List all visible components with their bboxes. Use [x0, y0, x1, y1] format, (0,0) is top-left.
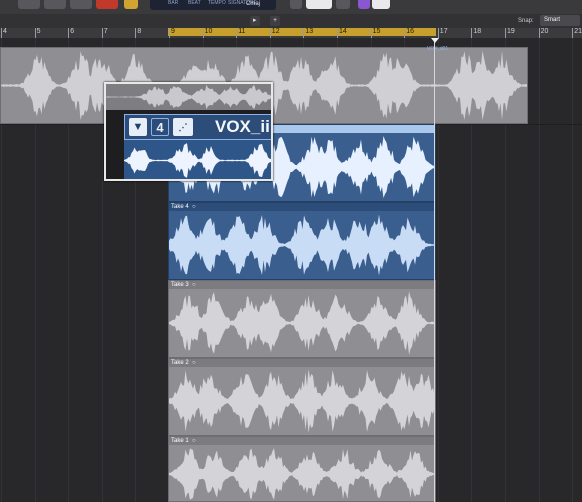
zoom-upper-region — [106, 84, 271, 110]
playhead-handle[interactable] — [431, 38, 439, 43]
bar-number: 21 — [574, 28, 582, 35]
comp-name: VOX_ii: — [215, 117, 273, 136]
bar-number: 15 — [372, 28, 381, 35]
cycle-button[interactable] — [124, 0, 138, 9]
triangle-down-icon[interactable]: ▼ — [129, 118, 147, 136]
bar-number: 7 — [103, 28, 108, 35]
take-number-badge[interactable]: 4 — [151, 118, 169, 136]
take-circle-icon: ○ — [190, 204, 196, 210]
take-circle-icon: ○ — [190, 282, 196, 288]
bar-number: 8 — [137, 28, 142, 35]
zoom-comp-waveform — [124, 140, 271, 179]
toolbar-button[interactable] — [336, 0, 350, 9]
toolbar-button[interactable] — [70, 0, 92, 9]
secondary-tool-menu[interactable]: + — [270, 16, 281, 26]
tracks-toolbar: ▸ + Snap: Smart — [0, 14, 582, 29]
bar-number: 18 — [473, 28, 482, 35]
waveform — [106, 84, 271, 110]
take-header: Take 2 ○ — [169, 359, 435, 367]
take-circle-icon: ○ — [190, 438, 196, 444]
control-bar: BAR BEAT TEMPO SIGNATURE Cmaj — [0, 0, 582, 14]
grid-line — [572, 38, 574, 502]
take-label: Take 2 — [171, 360, 189, 366]
toolbar-button[interactable] — [306, 0, 332, 9]
bar-number: 6 — [70, 28, 75, 35]
playhead[interactable] — [434, 38, 435, 502]
pointer-tool-menu[interactable]: ▸ — [250, 16, 260, 26]
bar-number: 10 — [204, 28, 213, 35]
toolbar-button[interactable] — [290, 0, 302, 9]
take-region[interactable]: Take 3 ○ — [168, 280, 436, 358]
key-display: Cmaj — [246, 1, 261, 7]
take-region[interactable]: Take 2 ○ — [168, 358, 436, 436]
quick-swipe-icon[interactable]: ⋰ — [173, 118, 193, 136]
pointer-tool-icon: ▸ — [253, 17, 257, 24]
take-label: Take 4 — [171, 204, 189, 210]
waveform — [169, 369, 435, 433]
bar-ruler[interactable]: 4 5 6 7 8 9 10 11 12 13 14 15 16 17 18 19 20 21 — [0, 28, 582, 38]
bar-number: 16 — [406, 28, 414, 35]
take-header: Take 1 ○ — [169, 437, 435, 445]
bar-number: 4 — [3, 28, 7, 35]
bar-number: 20 — [540, 28, 549, 35]
bar-number: 12 — [271, 28, 280, 35]
waveform — [124, 143, 271, 178]
take-label: Take 1 — [171, 438, 189, 444]
snap-label: Snap: — [518, 18, 534, 24]
comp-header-zoomed[interactable]: ▼ 4 ⋰ VOX_ii: — [124, 114, 273, 140]
bar-number: 13 — [305, 28, 314, 35]
lcd-bar-label: BAR — [168, 0, 179, 6]
toolbar-button[interactable] — [372, 0, 390, 9]
toolbar-button[interactable] — [44, 0, 66, 9]
waveform — [169, 214, 435, 276]
bar-number: 11 — [238, 28, 246, 35]
bar-number: 5 — [36, 28, 41, 35]
grid-line — [538, 38, 540, 502]
take-region[interactable]: Take 1 ○ — [168, 436, 436, 502]
take-header: Take 4 ○ — [169, 203, 435, 211]
waveform — [169, 291, 435, 355]
take-header: Take 3 ○ — [169, 281, 435, 289]
snap-select[interactable]: Smart — [540, 15, 580, 26]
bar-number: 19 — [507, 28, 515, 35]
tracks-area[interactable]: Take 4 ○ Take 3 ○ Take 2 ○ Take 1 ○ — [0, 38, 582, 502]
take-region[interactable]: Take 4 ○ — [168, 202, 436, 280]
take-label: Take 3 — [171, 282, 189, 288]
bar-number: 9 — [171, 28, 175, 35]
lcd-display[interactable]: BAR BEAT TEMPO SIGNATURE Cmaj — [150, 0, 276, 10]
record-button[interactable] — [96, 0, 118, 9]
bar-number: 17 — [439, 28, 448, 35]
zoom-inset: ▼ 4 ⋰ VOX_ii: — [104, 82, 273, 181]
lcd-tempo-label: TEMPO — [208, 0, 226, 6]
bar-number: 14 — [339, 28, 347, 35]
toolbar-button[interactable] — [358, 0, 370, 9]
crosshair-tool-icon: + — [273, 17, 278, 24]
waveform — [169, 448, 435, 500]
lcd-beat-label: BEAT — [188, 0, 201, 6]
region-name-label: VOX_ii01 — [427, 46, 449, 52]
take-circle-icon: ○ — [190, 360, 196, 366]
toolbar-button[interactable] — [18, 0, 40, 9]
